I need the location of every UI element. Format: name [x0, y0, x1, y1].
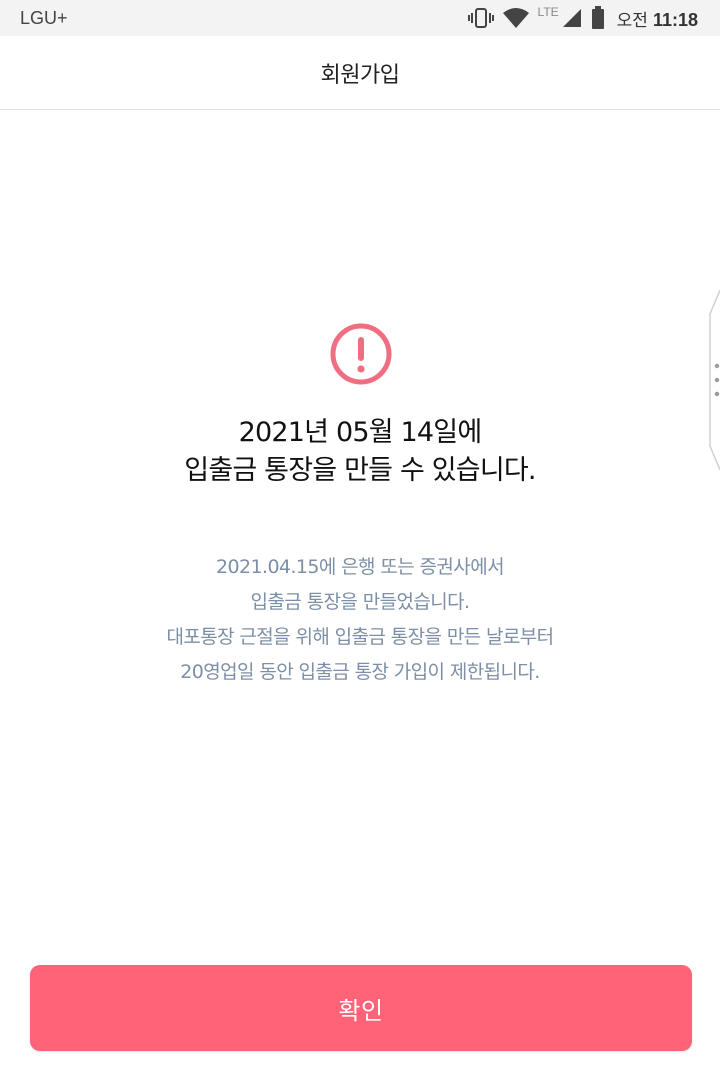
detail-line: 입출금 통장을 만들었습니다. [250, 591, 470, 613]
screen: LGU+ LTE 오전 11:18 회원가입 2021년 05월 14일에 입출… [0, 0, 720, 1080]
alert-headline: 2021년 05월 14일에 입출금 통장을 만들 수 있습니다. [0, 414, 720, 490]
detail-line: 대포통장 근절을 위해 입출금 통장을 만든 날로부터 [166, 626, 554, 648]
vibrate-icon [467, 7, 494, 29]
clock-ampm: 오전 [616, 10, 648, 30]
status-icons: LTE 오전 11:18 [467, 4, 698, 32]
headline-line: 입출금 통장을 만들 수 있습니다. [184, 455, 536, 486]
wifi-icon [502, 7, 530, 29]
network-type-label: LTE [537, 5, 559, 19]
headline-line: 2021년 05월 14일에 [238, 417, 483, 448]
exclamation-circle-icon [329, 322, 393, 386]
status-bar: LGU+ LTE 오전 11:18 [0, 0, 720, 36]
clock-time: 11:18 [652, 9, 698, 30]
detail-line: 20영업일 동안 입출금 통장 가입이 제한됩니다. [180, 661, 540, 683]
status-clock: 오전 11:18 [617, 6, 698, 31]
confirm-button[interactable]: 확인 [30, 965, 692, 1051]
carrier-label: LGU+ [20, 8, 68, 28]
page-title: 회원가입 [320, 62, 400, 88]
signal-icon [561, 7, 583, 29]
detail-line: 2021.04.15에 은행 또는 증권사에서 [216, 556, 505, 578]
battery-icon [591, 6, 605, 30]
app-header: 회원가입 [0, 36, 720, 110]
alert-detail: 2021.04.15에 은행 또는 증권사에서 입출금 통장을 만들었습니다. … [0, 550, 720, 690]
